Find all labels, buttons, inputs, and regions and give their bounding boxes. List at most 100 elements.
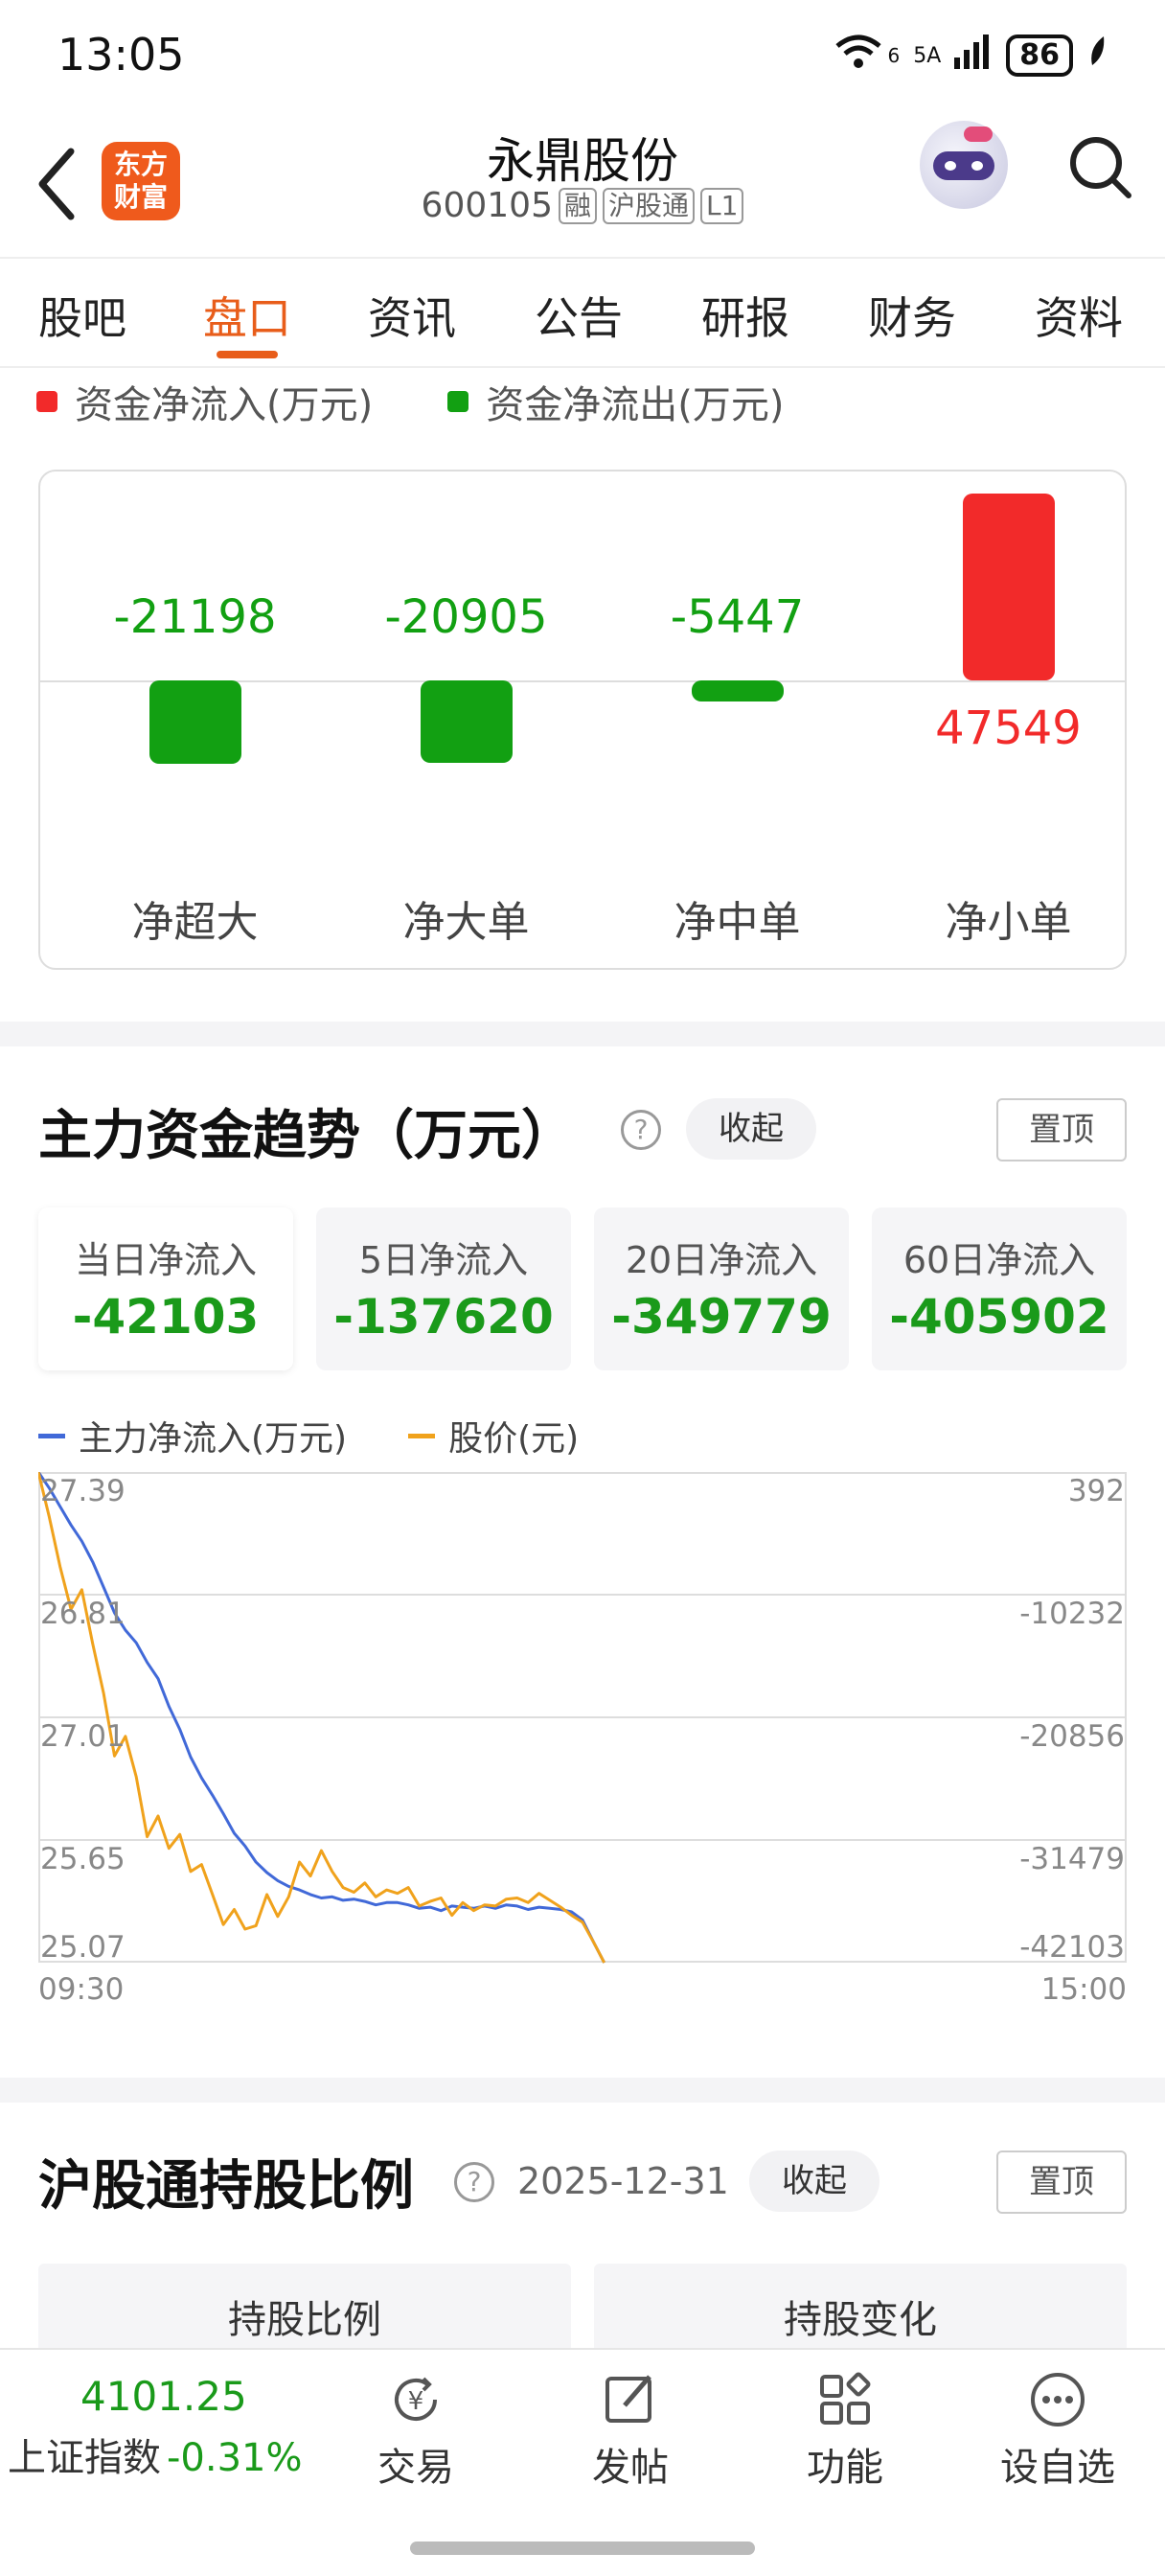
flow-bar-value: -21198 xyxy=(113,590,277,644)
section-separator xyxy=(0,2078,1165,2103)
stock-header: 东方 财富 永鼎股份 600105 融 沪股通 L1 xyxy=(0,105,1165,259)
stat-5day[interactable]: 5日净流入 -137620 xyxy=(316,1208,571,1370)
robot-assistant-icon[interactable] xyxy=(920,121,1008,209)
left-axis-tick-label: 27.39 xyxy=(40,1474,126,1508)
left-axis-tick-label: 25.65 xyxy=(40,1842,126,1876)
price-legend-label: 股价(元) xyxy=(448,1419,580,1459)
left-axis-tick-label: 25.07 xyxy=(40,1930,126,1965)
outflow-legend-label: 资金净流出(万元) xyxy=(486,383,785,427)
tab-profile[interactable]: 资料 xyxy=(1035,284,1123,347)
stat-label: 20日净流入 xyxy=(625,1239,818,1281)
search-icon[interactable] xyxy=(1067,134,1134,201)
inflow-legend-label: 资金净流入(万元) xyxy=(75,383,374,427)
holding-ratio-header[interactable]: 持股比例 xyxy=(38,2264,571,2359)
flow-bar-category: 净大单 xyxy=(402,898,530,947)
nav-functions[interactable]: 功能 xyxy=(768,2369,922,2492)
stock-code: 600105 xyxy=(421,186,553,225)
tab-research[interactable]: 研报 xyxy=(701,284,789,347)
trend-pin-button[interactable]: 置顶 xyxy=(996,1098,1127,1162)
home-indicator xyxy=(410,2542,755,2555)
flow-bar xyxy=(148,680,241,764)
bottom-navigation: 4101.25 上证指数 -0.31% ¥ 交易 发帖 功能 设自选 xyxy=(0,2348,1165,2576)
flow-bar-value: 47549 xyxy=(935,702,1082,755)
stat-today[interactable]: 当日净流入 -42103 xyxy=(38,1208,293,1370)
tab-guba[interactable]: 股吧 xyxy=(38,284,126,347)
nav-functions-label: 功能 xyxy=(807,2446,883,2490)
margin-tag: 融 xyxy=(558,187,597,224)
inflow-legend-swatch xyxy=(36,391,57,412)
money-flow-legend: 资金净流入(万元) 资金净流出(万元) xyxy=(36,374,784,429)
tab-announcements[interactable]: 公告 xyxy=(535,284,623,347)
status-icons: 6 5A 86 xyxy=(834,33,1108,79)
connect-tag: 沪股通 xyxy=(603,187,696,224)
wifi-label: 6 xyxy=(887,44,901,67)
tab-pankou[interactable]: 盘口 xyxy=(203,284,291,347)
flow-bar-category: 净小单 xyxy=(945,898,1072,947)
nav-add-watchlist[interactable]: 设自选 xyxy=(981,2369,1134,2492)
active-tab-indicator xyxy=(217,351,278,358)
trend-title: 主力资金趋势（万元） xyxy=(38,1105,575,1167)
right-axis-tick-label: -10232 xyxy=(1019,1597,1125,1631)
stat-label: 5日净流入 xyxy=(358,1239,529,1281)
index-value[interactable]: 4101.25 xyxy=(80,2373,247,2420)
flow-bar xyxy=(962,494,1055,680)
level-tag: L1 xyxy=(700,187,744,224)
stat-60day[interactable]: 60日净流入 -405902 xyxy=(872,1208,1127,1370)
nav-post[interactable]: 发帖 xyxy=(554,2369,707,2492)
signal-label: 5A xyxy=(913,43,942,68)
stat-value: -405902 xyxy=(889,1289,1109,1345)
flow-legend-label: 主力净流入(万元) xyxy=(79,1419,348,1459)
connect-pin-button[interactable]: 置顶 xyxy=(996,2150,1127,2214)
nav-trade[interactable]: ¥ 交易 xyxy=(339,2369,492,2492)
flow-bar-category: 净超大 xyxy=(131,898,259,947)
outflow-legend-swatch xyxy=(447,391,469,412)
tab-bar: 股吧 盘口 资讯 公告 研报 财务 资料 xyxy=(0,261,1165,368)
connect-help-icon[interactable]: ? xyxy=(454,2162,494,2202)
holding-change-header[interactable]: 持股变化 xyxy=(594,2264,1127,2359)
tab-finance[interactable]: 财务 xyxy=(868,284,956,347)
nav-trade-label: 交易 xyxy=(377,2446,454,2490)
right-axis-tick-label: 392 xyxy=(1068,1474,1125,1508)
index-ticker[interactable]: 上证指数 -0.31% xyxy=(8,2426,303,2482)
connect-title: 沪股通持股比例 xyxy=(38,2155,414,2218)
edit-icon xyxy=(605,2375,651,2423)
section-separator xyxy=(0,1022,1165,1046)
trend-legend: 主力净流入(万元) 股价(元) xyxy=(38,1411,579,1460)
trend-collapse-button[interactable]: 收起 xyxy=(686,1098,816,1160)
stat-value: -42103 xyxy=(72,1289,260,1345)
left-axis-tick-label: 27.01 xyxy=(40,1719,126,1754)
right-axis-tick-label: -20856 xyxy=(1019,1719,1125,1754)
right-axis-tick-label: -31479 xyxy=(1019,1842,1125,1876)
stat-20day[interactable]: 20日净流入 -349779 xyxy=(594,1208,849,1370)
flow-bar xyxy=(691,680,784,702)
stat-value: -137620 xyxy=(333,1289,554,1345)
flow-bar-value: -5447 xyxy=(670,590,805,644)
battery-indicator: 86 xyxy=(1006,34,1073,77)
connect-collapse-button[interactable]: 收起 xyxy=(749,2150,879,2212)
tab-news[interactable]: 资讯 xyxy=(368,284,456,347)
x-axis-start-label: 09:30 xyxy=(38,1972,124,2005)
index-name: 上证指数 xyxy=(8,2436,161,2480)
nav-post-label: 发帖 xyxy=(592,2446,669,2490)
status-bar: 13:05 6 5A 86 xyxy=(0,0,1165,105)
more-icon xyxy=(1031,2373,1085,2426)
nav-add-watchlist-label: 设自选 xyxy=(1000,2446,1115,2490)
main-flow-trend-chart: 27.39 26.81 27.01 25.65 25.07 392 -10232 -20856… xyxy=(38,1472,1127,2005)
trend-help-icon[interactable]: ? xyxy=(621,1110,661,1150)
grid-icon xyxy=(820,2372,871,2425)
flow-bar xyxy=(420,680,513,763)
flow-legend-swatch xyxy=(38,1433,65,1438)
trade-icon: ¥ xyxy=(395,2377,437,2421)
wifi-icon xyxy=(834,33,883,79)
money-flow-bar-chart: -21198 净超大 -20905 净大单 -5447 净中单 47549 净小单 xyxy=(38,470,1127,970)
left-axis-tick-label: 26.81 xyxy=(40,1597,126,1631)
connect-date: 2025-12-31 xyxy=(517,2160,729,2202)
price-legend-swatch xyxy=(408,1433,436,1438)
right-axis-tick-label: -42103 xyxy=(1019,1930,1125,1965)
stat-label: 60日净流入 xyxy=(902,1239,1096,1281)
x-axis-end-label: 15:00 xyxy=(1041,1972,1127,2005)
leaf-icon xyxy=(1086,34,1108,77)
svg-text:¥: ¥ xyxy=(408,2387,424,2416)
index-change: -0.31% xyxy=(167,2436,303,2480)
status-time: 13:05 xyxy=(57,29,185,80)
